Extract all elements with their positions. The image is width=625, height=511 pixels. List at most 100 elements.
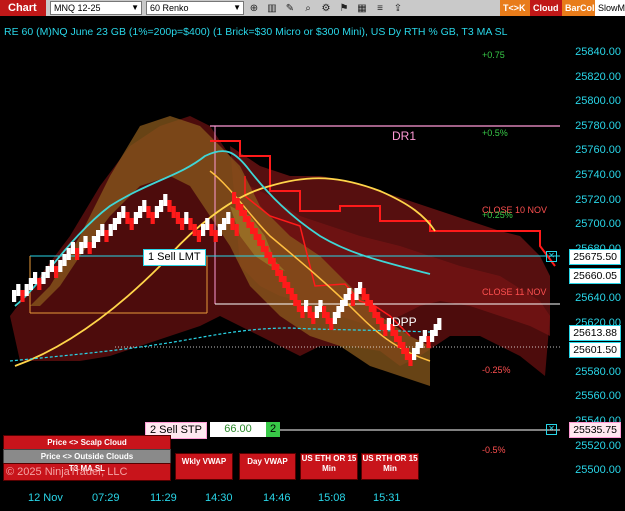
- tc-button[interactable]: T<>K: [500, 0, 530, 16]
- chart-toolbar: Chart MNQ 12-25 ▼ 60 Renko ▼ ⊕ ▥ ✎ ⌕ ⚙ ⚑…: [0, 0, 625, 16]
- down-brick: [394, 330, 399, 342]
- sell-stp-price[interactable]: 66.00: [210, 422, 266, 437]
- up-brick: [412, 348, 417, 360]
- down-brick: [129, 218, 134, 230]
- down-brick: [104, 230, 109, 242]
- up-brick: [358, 282, 363, 294]
- up-brick: [142, 200, 147, 212]
- down-brick: [296, 300, 301, 312]
- price-axis-label: 25700.00: [575, 218, 621, 231]
- us-eth-or-button[interactable]: US ETH OR 15 Min: [300, 453, 358, 480]
- up-brick: [159, 200, 164, 212]
- down-brick: [368, 300, 373, 312]
- zoom-icon[interactable]: ⌕: [300, 1, 316, 15]
- down-brick: [150, 212, 155, 224]
- cloud-button[interactable]: Cloud: [530, 0, 563, 16]
- down-brick: [322, 306, 327, 318]
- up-brick: [83, 236, 88, 248]
- chevron-down-icon: ▼: [131, 3, 139, 12]
- up-brick: [163, 194, 168, 206]
- price-axis-label: 25840.00: [575, 46, 621, 58]
- up-brick: [430, 330, 435, 342]
- down-brick: [87, 242, 92, 254]
- down-brick: [401, 342, 406, 354]
- up-brick: [340, 300, 345, 312]
- down-brick: [282, 276, 287, 288]
- up-brick: [347, 288, 352, 300]
- up-brick: [28, 278, 33, 290]
- bar-chart-icon[interactable]: ▥: [264, 1, 280, 15]
- down-brick: [365, 294, 370, 306]
- down-brick: [275, 264, 280, 276]
- strategies-icon[interactable]: ⚑: [336, 1, 352, 15]
- chart-title: RE 60 (M)NQ June 23 GB (1%=200p=$400) (1…: [4, 26, 508, 38]
- down-brick: [175, 212, 180, 224]
- up-brick: [138, 206, 143, 218]
- down-brick: [54, 266, 59, 278]
- down-brick: [146, 206, 151, 218]
- down-brick: [286, 282, 291, 294]
- sell-lmt-order[interactable]: 1 Sell LMT: [143, 249, 206, 266]
- instrument-selector[interactable]: MNQ 12-25 ▼: [50, 1, 142, 15]
- down-brick: [329, 318, 334, 330]
- wkly-vwap-button[interactable]: Wkly VWAP: [175, 453, 233, 480]
- down-brick: [20, 290, 25, 302]
- crosshair-icon[interactable]: ⊕: [246, 1, 262, 15]
- price-axis-label: 25740.00: [575, 169, 621, 181]
- up-brick: [79, 242, 84, 254]
- up-brick: [62, 254, 67, 266]
- up-brick: [24, 284, 29, 296]
- down-brick: [125, 212, 130, 224]
- up-brick: [133, 212, 138, 224]
- pencil-icon[interactable]: ✎: [282, 1, 298, 15]
- close-icon[interactable]: ✕: [546, 251, 557, 262]
- templates-icon[interactable]: ▦: [354, 1, 370, 15]
- level-dr1: DR1: [392, 129, 417, 143]
- down-brick: [268, 252, 273, 264]
- down-brick: [271, 258, 276, 270]
- down-brick: [253, 228, 258, 240]
- down-brick: [167, 200, 172, 212]
- bar-type-selector[interactable]: 60 Renko ▼: [146, 1, 244, 15]
- properties-icon[interactable]: ≡: [372, 1, 388, 15]
- price-axis-label: 25800.00: [575, 95, 621, 108]
- barcol-button[interactable]: BarCol: [562, 0, 596, 16]
- down-brick: [426, 336, 431, 348]
- level-m05: -0.5%: [482, 445, 506, 455]
- down-brick: [300, 306, 305, 318]
- scalp-cloud-button[interactable]: Price <> Scalp Cloud: [3, 435, 171, 450]
- up-brick: [226, 212, 231, 224]
- up-brick: [415, 342, 420, 354]
- down-brick: [234, 224, 239, 236]
- up-brick: [12, 290, 17, 302]
- sell-stp-qty[interactable]: 2: [266, 422, 280, 437]
- up-brick: [184, 212, 189, 224]
- chart-menu-button[interactable]: Chart: [0, 0, 46, 16]
- indicators-icon[interactable]: ⚙: [318, 1, 334, 15]
- down-brick: [180, 218, 185, 230]
- up-brick: [314, 306, 319, 318]
- price-axis-label: 25820.00: [575, 70, 621, 83]
- up-brick: [108, 224, 113, 236]
- up-brick: [96, 230, 101, 242]
- up-brick: [49, 260, 54, 272]
- price-tag-ma: 25660.05: [569, 268, 621, 284]
- price-axis-label: 25580.00: [575, 365, 621, 378]
- share-icon[interactable]: ⇪: [390, 1, 406, 15]
- up-brick: [45, 266, 50, 278]
- outside-clouds-button[interactable]: Price <> Outside Clouds: [3, 449, 171, 464]
- time-label: 15:08: [318, 492, 346, 504]
- down-brick: [361, 288, 366, 300]
- close-icon[interactable]: ✕: [546, 424, 557, 435]
- price-axis-label: 25560.00: [575, 390, 621, 403]
- down-brick: [232, 192, 237, 204]
- down-brick: [246, 216, 251, 228]
- up-brick: [343, 294, 348, 306]
- time-label: 12 Nov: [28, 492, 63, 504]
- day-vwap-button[interactable]: Day VWAP: [239, 453, 296, 480]
- slow-button[interactable]: SlowM: [595, 0, 625, 16]
- us-rth-or-button[interactable]: US RTH OR 15 Min: [361, 453, 419, 480]
- up-brick: [217, 224, 222, 236]
- down-brick: [196, 230, 201, 242]
- up-brick: [100, 224, 105, 236]
